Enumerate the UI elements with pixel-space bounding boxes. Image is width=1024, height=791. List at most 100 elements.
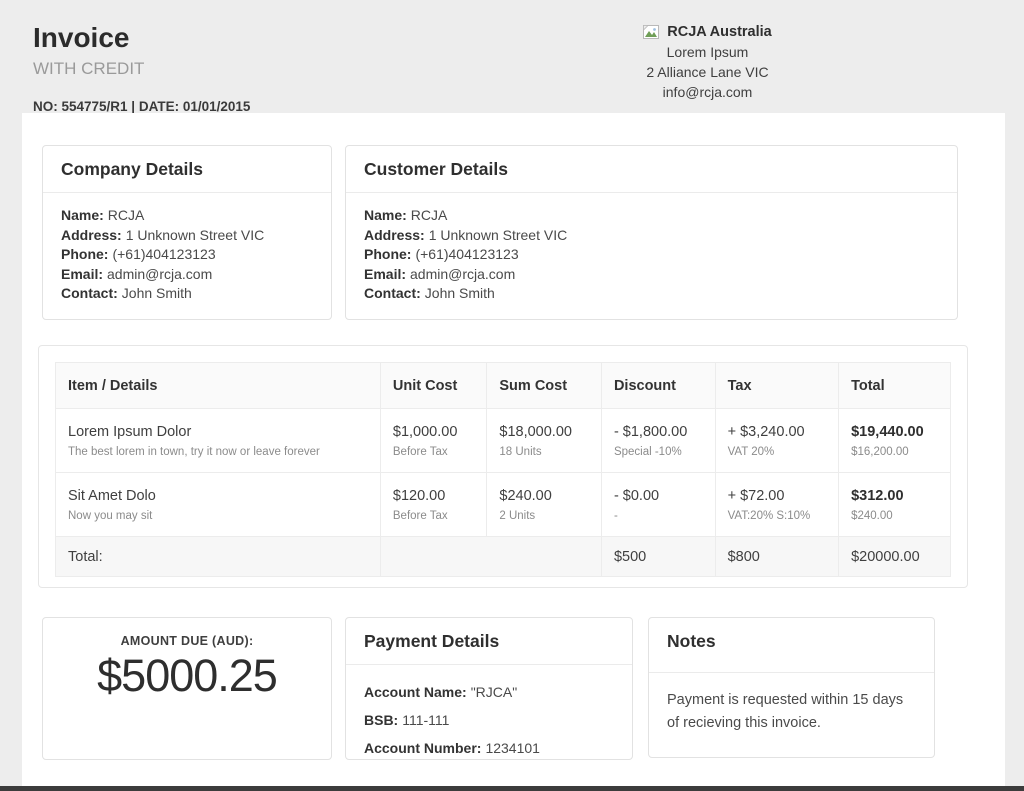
customer-details-card: Customer Details Name:RCJA Address:1 Unk… [345,145,958,320]
company-address-row: Address:1 Unknown Street VIC [61,226,313,246]
discount-note: - [614,510,703,522]
field-value: admin@rcja.com [410,266,515,282]
discount-cell: - $1,800.00 Special -10% [601,409,715,473]
brand-block: RCJA Australia Lorem Ipsum 2 Alliance La… [590,22,825,102]
discount-cell: - $0.00 - [601,473,715,537]
field-value: admin@rcja.com [107,266,212,282]
tax-note: VAT 20% [728,446,827,458]
company-details-heading: Company Details [43,146,331,193]
column-header-discount: Discount [601,363,715,409]
tax-value: + $72.00 [728,488,827,504]
total-value: $312.00 [851,488,938,504]
company-email-row: Email:admin@rcja.com [61,265,313,285]
field-label: Contact: [364,285,421,301]
sum-cost-value: $18,000.00 [499,424,589,440]
brand-email: info@rcja.com [590,82,825,102]
brand-line: Lorem Ipsum [590,42,825,62]
invoice-panel: Company Details Name:RCJA Address:1 Unkn… [22,113,1005,786]
payment-details-card: Payment Details Account Name:"RJCA" BSB:… [345,617,633,760]
unit-cost-value: $1,000.00 [393,424,475,440]
item-row: Sit Amet Dolo Now you may sit $120.00 Be… [56,473,951,537]
sum-cost-cell: $18,000.00 18 Units [487,409,602,473]
bsb-row: BSB:111-111 [364,706,614,734]
brand-name: RCJA Australia [667,22,771,42]
items-table-container: Item / Details Unit Cost Sum Cost Discou… [38,345,968,588]
amount-due-label: AMOUNT DUE (AUD): [43,634,331,648]
discount-value: - $0.00 [614,488,703,504]
customer-email-row: Email:admin@rcja.com [364,265,939,285]
notes-text: Payment is requested within 15 days of r… [649,673,934,748]
customer-details-heading: Customer Details [346,146,957,193]
tax-cell: + $72.00 VAT:20% S:10% [715,473,839,537]
field-value: RCJA [108,207,145,223]
item-name: Lorem Ipsum Dolor [68,424,368,440]
column-header-item: Item / Details [56,363,381,409]
column-header-unit-cost: Unit Cost [380,363,487,409]
column-header-sum-cost: Sum Cost [487,363,602,409]
totals-empty-cell [380,537,601,577]
sum-cost-note: 18 Units [499,446,589,458]
field-label: Email: [364,266,406,282]
field-label: Name: [61,207,104,223]
field-label: Account Name: [364,684,467,700]
company-phone-row: Phone:(+61)404123123 [61,245,313,265]
page-subtitle: WITH CREDIT [33,59,144,79]
column-header-tax: Tax [715,363,839,409]
notes-heading: Notes [649,618,934,673]
amount-due-value: $5000.25 [43,650,331,702]
total-value: $19,440.00 [851,424,938,440]
field-label: Address: [61,227,122,243]
sum-cost-cell: $240.00 2 Units [487,473,602,537]
field-label: Name: [364,207,407,223]
unit-cost-note: Before Tax [393,446,475,458]
field-value: John Smith [425,285,495,301]
unit-cost-cell: $1,000.00 Before Tax [380,409,487,473]
field-value: 1234101 [485,740,540,756]
footer-bar [0,786,1024,791]
payment-details-heading: Payment Details [346,618,632,665]
item-description: Now you may sit [68,510,368,522]
amount-due-card: AMOUNT DUE (AUD): $5000.25 [42,617,332,760]
field-value: John Smith [122,285,192,301]
payment-details-body: Account Name:"RJCA" BSB:111-111 Account … [346,665,632,775]
broken-image-icon [643,25,660,40]
customer-details-body: Name:RCJA Address:1 Unknown Street VIC P… [346,193,957,317]
discount-note: Special -10% [614,446,703,458]
field-value: "RJCA" [471,684,518,700]
account-number-row: Account Number:1234101 [364,734,614,762]
customer-contact-row: Contact:John Smith [364,284,939,304]
field-value: RCJA [411,207,448,223]
totals-discount-cell: $500 [601,537,715,577]
field-label: BSB: [364,712,398,728]
account-name-row: Account Name:"RJCA" [364,678,614,706]
company-details-card: Company Details Name:RCJA Address:1 Unkn… [42,145,332,320]
total-before-tax: $16,200.00 [851,446,938,458]
totals-total-cell: $20000.00 [839,537,951,577]
totals-row: Total: $500 $800 $20000.00 [56,537,951,577]
customer-phone-row: Phone:(+61)404123123 [364,245,939,265]
field-value: 1 Unknown Street VIC [429,227,568,243]
unit-cost-value: $120.00 [393,488,475,504]
totals-label-cell: Total: [56,537,381,577]
sum-cost-note: 2 Units [499,510,589,522]
total-cell: $312.00 $240.00 [839,473,951,537]
field-label: Address: [364,227,425,243]
tax-note: VAT:20% S:10% [728,510,827,522]
sum-cost-value: $240.00 [499,488,589,504]
page-title: Invoice [33,22,129,54]
item-cell: Lorem Ipsum Dolor The best lorem in town… [56,409,381,473]
total-before-tax: $240.00 [851,510,938,522]
field-value: (+61)404123123 [415,246,518,262]
field-value: 1 Unknown Street VIC [126,227,265,243]
total-cell: $19,440.00 $16,200.00 [839,409,951,473]
item-description: The best lorem in town, try it now or le… [68,446,368,458]
field-value: (+61)404123123 [112,246,215,262]
field-label: Email: [61,266,103,282]
field-value: 111-111 [402,712,449,728]
field-label: Contact: [61,285,118,301]
field-label: Phone: [61,246,108,262]
tax-cell: + $3,240.00 VAT 20% [715,409,839,473]
item-cell: Sit Amet Dolo Now you may sit [56,473,381,537]
item-name: Sit Amet Dolo [68,488,368,504]
invoice-number-date: NO: 554775/R1 | DATE: 01/01/2015 [33,99,250,114]
